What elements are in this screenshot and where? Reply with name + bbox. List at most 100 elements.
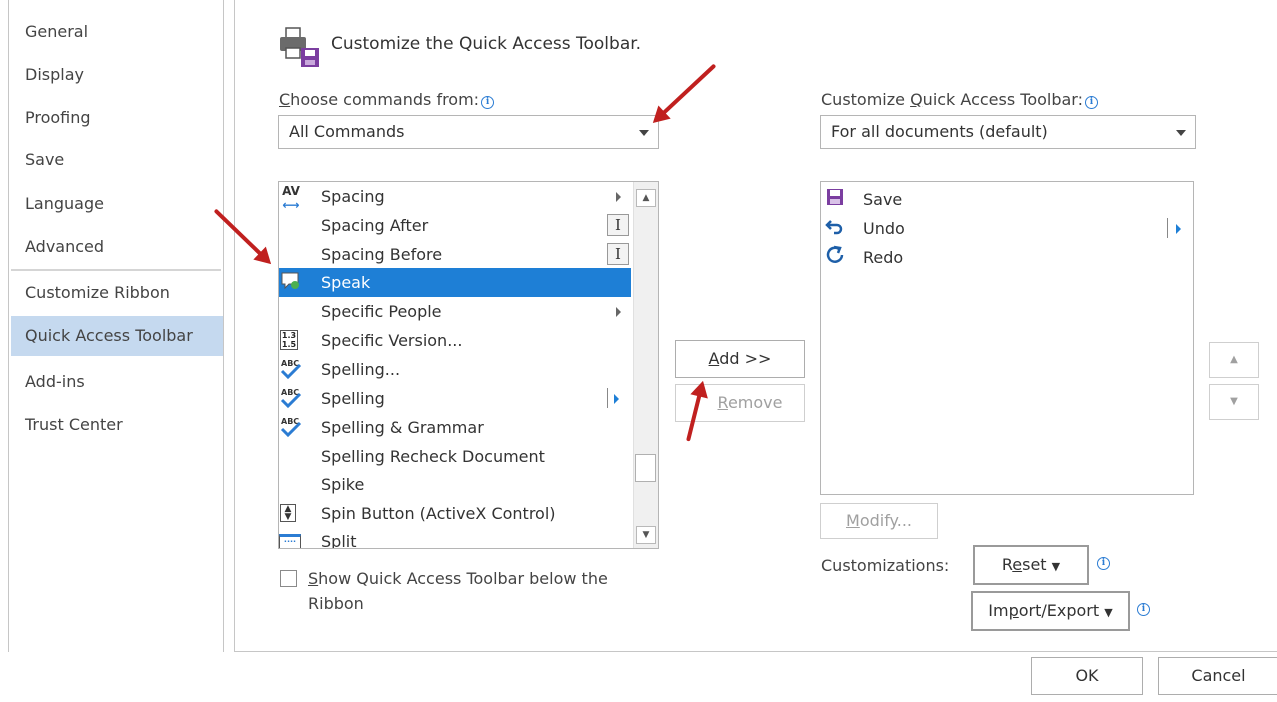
list-item[interactable]: Undo bbox=[821, 214, 1193, 243]
scroll-down-icon[interactable]: ▼ bbox=[636, 526, 656, 544]
nav-item-general[interactable]: General bbox=[11, 12, 223, 52]
show-below-ribbon-label-line2: Ribbon bbox=[308, 594, 364, 613]
cancel-button[interactable]: Cancel bbox=[1158, 657, 1277, 695]
nav-item-customize-ribbon[interactable]: Customize Ribbon bbox=[11, 273, 223, 313]
add-button-accelerator: A bbox=[708, 349, 720, 368]
list-item-label: Spelling Recheck Document bbox=[321, 447, 545, 466]
info-icon[interactable]: i bbox=[1085, 96, 1098, 109]
version-icon: 1.3 1.5 bbox=[280, 330, 298, 350]
nav-item-quick-access-toolbar[interactable]: Quick Access Toolbar bbox=[11, 316, 223, 356]
list-item-label: Undo bbox=[863, 219, 905, 238]
list-item-selected[interactable]: Speak bbox=[279, 268, 631, 297]
move-down-button[interactable]: ▼ bbox=[1209, 384, 1259, 420]
move-up-button[interactable]: ▲ bbox=[1209, 342, 1259, 378]
list-item-label: Spacing After bbox=[321, 216, 429, 235]
commands-list[interactable]: AV ⟷ Spacing Spacing After I Spacing Befo… bbox=[278, 181, 659, 549]
commands-scrollbar[interactable]: ▲ ▼ bbox=[633, 182, 658, 548]
import-export-button[interactable]: Import/Export ▼ bbox=[971, 591, 1130, 631]
nav-item-language[interactable]: Language bbox=[11, 184, 223, 224]
add-button[interactable]: Add >> bbox=[675, 340, 805, 378]
list-item-label: Spin Button (ActiveX Control) bbox=[321, 504, 556, 523]
list-item-label: Specific People bbox=[321, 302, 442, 321]
modify-button[interactable]: Modify... bbox=[820, 503, 938, 539]
speak-icon bbox=[279, 270, 303, 294]
text-cursor-icon: I bbox=[607, 214, 629, 236]
modify-button-accelerator: M bbox=[846, 511, 860, 530]
toolbar-scope-value: For all documents (default) bbox=[831, 122, 1048, 141]
nav-item-trust-center[interactable]: Trust Center bbox=[11, 405, 223, 445]
show-below-ribbon-label: Show Quick Access Toolbar below the bbox=[308, 569, 608, 588]
list-item[interactable]: ···· Split bbox=[279, 527, 631, 549]
nav-item-save[interactable]: Save bbox=[11, 140, 223, 180]
nav-item-proofing[interactable]: Proofing bbox=[11, 98, 223, 138]
choose-commands-label-text: hoose commands from: bbox=[290, 90, 480, 109]
list-item[interactable]: ABC Spelling bbox=[279, 384, 631, 413]
remove-button-label: emove bbox=[727, 393, 783, 412]
nav-item-display[interactable]: Display bbox=[11, 55, 223, 95]
list-item-label: Spelling... bbox=[321, 360, 401, 379]
list-item[interactable]: Specific People bbox=[279, 297, 631, 326]
info-icon[interactable]: i bbox=[481, 96, 495, 109]
spin-button-icon: ▲ ▼ bbox=[280, 504, 296, 522]
undo-icon bbox=[823, 216, 847, 240]
customize-qat-label-post: uick Access Toolbar: bbox=[922, 90, 1083, 109]
save-icon bbox=[823, 187, 847, 211]
list-item[interactable]: Spike bbox=[279, 470, 631, 499]
redo-icon bbox=[823, 245, 847, 269]
nav-item-advanced[interactable]: Advanced bbox=[11, 227, 223, 267]
nav-item-add-ins[interactable]: Add-ins bbox=[11, 362, 223, 402]
list-item[interactable]: Spacing Before I bbox=[279, 240, 631, 269]
reset-accelerator: e bbox=[1012, 555, 1023, 574]
import-label-pre: Im bbox=[988, 601, 1009, 620]
import-label-post: ort/Export bbox=[1018, 601, 1100, 620]
customizations-label: Customizations: bbox=[821, 556, 950, 575]
chevron-right-icon bbox=[1176, 224, 1181, 234]
list-item-label: Spacing Before bbox=[321, 245, 443, 264]
reset-label-post: set bbox=[1022, 555, 1047, 574]
toolbar-commands-list[interactable]: Save Undo Redo bbox=[820, 181, 1194, 495]
scroll-thumb[interactable] bbox=[635, 454, 656, 482]
move-up-icon: ▲ bbox=[1230, 354, 1238, 365]
chevron-down-icon: ▼ bbox=[1051, 560, 1061, 573]
list-item[interactable]: ABC Spelling & Grammar bbox=[279, 413, 631, 442]
choose-commands-accelerator: C bbox=[279, 90, 291, 109]
list-item[interactable]: Spacing After I bbox=[279, 211, 631, 240]
list-item-label: Save bbox=[863, 190, 903, 209]
choose-commands-value: All Commands bbox=[289, 122, 405, 141]
list-item-label: Redo bbox=[863, 248, 904, 267]
show-below-ribbon-checkbox[interactable] bbox=[280, 570, 297, 587]
split-divider bbox=[607, 388, 608, 408]
show-below-ribbon-accelerator: S bbox=[308, 569, 319, 588]
scroll-up-icon[interactable]: ▲ bbox=[636, 189, 656, 207]
customize-qat-label-pre: Customize bbox=[821, 90, 911, 109]
qat-header-icon bbox=[276, 24, 322, 70]
list-item[interactable]: AV ⟷ Spacing bbox=[279, 182, 631, 212]
info-icon[interactable]: i bbox=[1097, 557, 1110, 570]
list-item[interactable]: Redo bbox=[821, 243, 1193, 272]
ok-button[interactable]: OK bbox=[1031, 657, 1143, 695]
list-item[interactable]: ▲ ▼ Spin Button (ActiveX Control) bbox=[279, 499, 631, 528]
list-item-label: Speak bbox=[321, 273, 371, 292]
chevron-down-icon bbox=[639, 130, 649, 136]
list-item[interactable]: Spelling Recheck Document bbox=[279, 442, 631, 471]
choose-commands-label: Choose commands from: i bbox=[279, 90, 495, 109]
list-item[interactable]: 1.3 1.5 Specific Version... bbox=[279, 326, 631, 355]
info-icon[interactable]: i bbox=[1137, 603, 1150, 616]
reset-button[interactable]: Reset ▼ bbox=[973, 545, 1089, 585]
nav-separator bbox=[11, 269, 221, 271]
list-item-label: Spelling bbox=[321, 389, 385, 408]
toolbar-scope-dropdown[interactable]: For all documents (default) bbox=[820, 115, 1196, 149]
list-item-label: Spelling & Grammar bbox=[321, 418, 484, 437]
list-item-label: Split bbox=[321, 532, 357, 549]
chevron-right-icon bbox=[614, 394, 619, 404]
modify-button-label: odify... bbox=[859, 511, 912, 530]
choose-commands-dropdown[interactable]: All Commands bbox=[278, 115, 659, 149]
spacing-icon: AV ⟷ bbox=[282, 184, 300, 212]
split-icon: ···· bbox=[279, 534, 301, 548]
chevron-right-icon bbox=[616, 192, 621, 202]
customize-qat-label: Customize Quick Access Toolbar: i bbox=[821, 90, 1098, 109]
list-item[interactable]: ABC Spelling... bbox=[279, 355, 631, 384]
move-down-icon: ▼ bbox=[1230, 396, 1238, 407]
list-item[interactable]: Save bbox=[821, 185, 1193, 214]
customize-qat-accelerator: Q bbox=[910, 90, 923, 109]
